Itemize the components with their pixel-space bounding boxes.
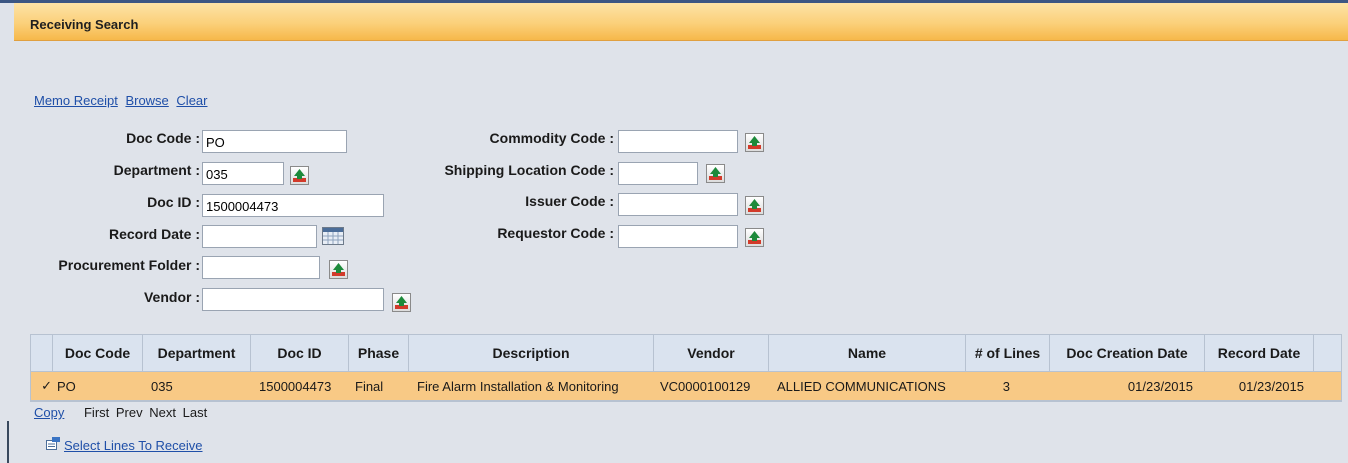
cell-doc-id: 1500004473: [259, 378, 332, 394]
issuer-code-label: Issuer Code :: [525, 193, 614, 209]
browse-link[interactable]: Browse: [125, 93, 168, 108]
cell-doc-creation-date: 01/23/2015: [1127, 378, 1193, 394]
column-header-lines[interactable]: # of Lines: [966, 335, 1050, 371]
select-lines-action[interactable]: Select Lines To Receive: [46, 437, 203, 453]
column-header-phase[interactable]: Phase: [349, 335, 409, 371]
action-links: Memo Receipt Browse Clear: [34, 93, 212, 108]
doc-id-field[interactable]: 1500004473: [202, 194, 384, 217]
record-date-label: Record Date :: [108, 226, 200, 242]
column-header-record-date[interactable]: Record Date: [1205, 335, 1314, 371]
results-grid: Doc Code Department Doc ID Phase Descrip…: [30, 334, 1342, 402]
column-header-doc-id[interactable]: Doc ID: [251, 335, 349, 371]
commodity-code-field[interactable]: [618, 130, 738, 153]
cell-filler: [1314, 372, 1341, 400]
clear-link[interactable]: Clear: [176, 93, 207, 108]
procurement-folder-field[interactable]: [202, 256, 320, 279]
grid-header-filler: [1314, 335, 1341, 371]
cell-lines: 3: [1002, 378, 1010, 394]
page-title: Receiving Search: [30, 17, 139, 32]
table-row[interactable]: ✓ PO 035 1500004473 Final Fire Alarm Ins…: [31, 372, 1341, 401]
select-lines-link[interactable]: Select Lines To Receive: [64, 438, 203, 453]
cell-description: Fire Alarm Installation & Monitoring: [417, 378, 619, 394]
grid-header-select: [31, 335, 53, 371]
cell-doc-code: PO: [57, 378, 76, 394]
commodity-code-lookup-icon[interactable]: [745, 133, 764, 152]
column-header-department[interactable]: Department: [143, 335, 251, 371]
cell-department: 035: [151, 378, 173, 394]
procurement-folder-label: Procurement Folder :: [58, 257, 200, 273]
column-header-description[interactable]: Description: [409, 335, 654, 371]
cell-name: ALLIED COMMUNICATIONS: [777, 378, 946, 394]
commodity-code-label: Commodity Code :: [489, 130, 614, 146]
requestor-code-lookup-icon[interactable]: [745, 228, 764, 247]
doc-id-label: Doc ID :: [147, 194, 200, 210]
vendor-field[interactable]: [202, 288, 384, 311]
column-header-doc-creation-date[interactable]: Doc Creation Date: [1050, 335, 1205, 371]
edge-marker: [7, 421, 9, 463]
doc-code-label: Doc Code :: [126, 130, 200, 146]
issuer-code-lookup-icon[interactable]: [745, 196, 764, 215]
copy-link[interactable]: Copy: [34, 405, 64, 420]
shipping-location-code-field[interactable]: [618, 162, 698, 185]
department-lookup-icon[interactable]: [290, 166, 309, 185]
pager: Copy First Prev Next Last: [34, 405, 210, 420]
first-page-link[interactable]: First: [84, 405, 109, 420]
vendor-label: Vendor :: [143, 289, 200, 305]
department-field[interactable]: 035: [202, 162, 284, 185]
cell-record-date: 01/23/2015: [1238, 378, 1304, 394]
column-header-doc-code[interactable]: Doc Code: [53, 335, 143, 371]
calendar-icon[interactable]: [322, 227, 344, 245]
cell-vendor: VC0000100129: [660, 378, 751, 394]
shipping-location-code-label: Shipping Location Code :: [444, 162, 614, 178]
memo-receipt-link[interactable]: Memo Receipt: [34, 93, 118, 108]
doc-code-field[interactable]: PO: [202, 130, 347, 153]
select-lines-icon: [46, 437, 60, 453]
grid-header: Doc Code Department Doc ID Phase Descrip…: [31, 335, 1341, 372]
left-edge: [0, 41, 14, 463]
row-check-icon: ✓: [41, 378, 52, 393]
record-date-field[interactable]: [202, 225, 317, 248]
requestor-code-field[interactable]: [618, 225, 738, 248]
prev-page-link[interactable]: Prev: [116, 405, 143, 420]
next-page-link[interactable]: Next: [149, 405, 176, 420]
last-page-link[interactable]: Last: [183, 405, 208, 420]
issuer-code-field[interactable]: [618, 193, 738, 216]
requestor-code-label: Requestor Code :: [497, 225, 614, 241]
shipping-location-lookup-icon[interactable]: [706, 164, 725, 183]
vendor-lookup-icon[interactable]: [392, 293, 411, 312]
column-header-name[interactable]: Name: [769, 335, 966, 371]
cell-phase: Final: [355, 378, 384, 394]
department-label: Department :: [113, 162, 200, 178]
column-header-vendor[interactable]: Vendor: [654, 335, 769, 371]
procurement-folder-lookup-icon[interactable]: [329, 260, 348, 279]
page-header: Receiving Search: [14, 3, 1348, 41]
